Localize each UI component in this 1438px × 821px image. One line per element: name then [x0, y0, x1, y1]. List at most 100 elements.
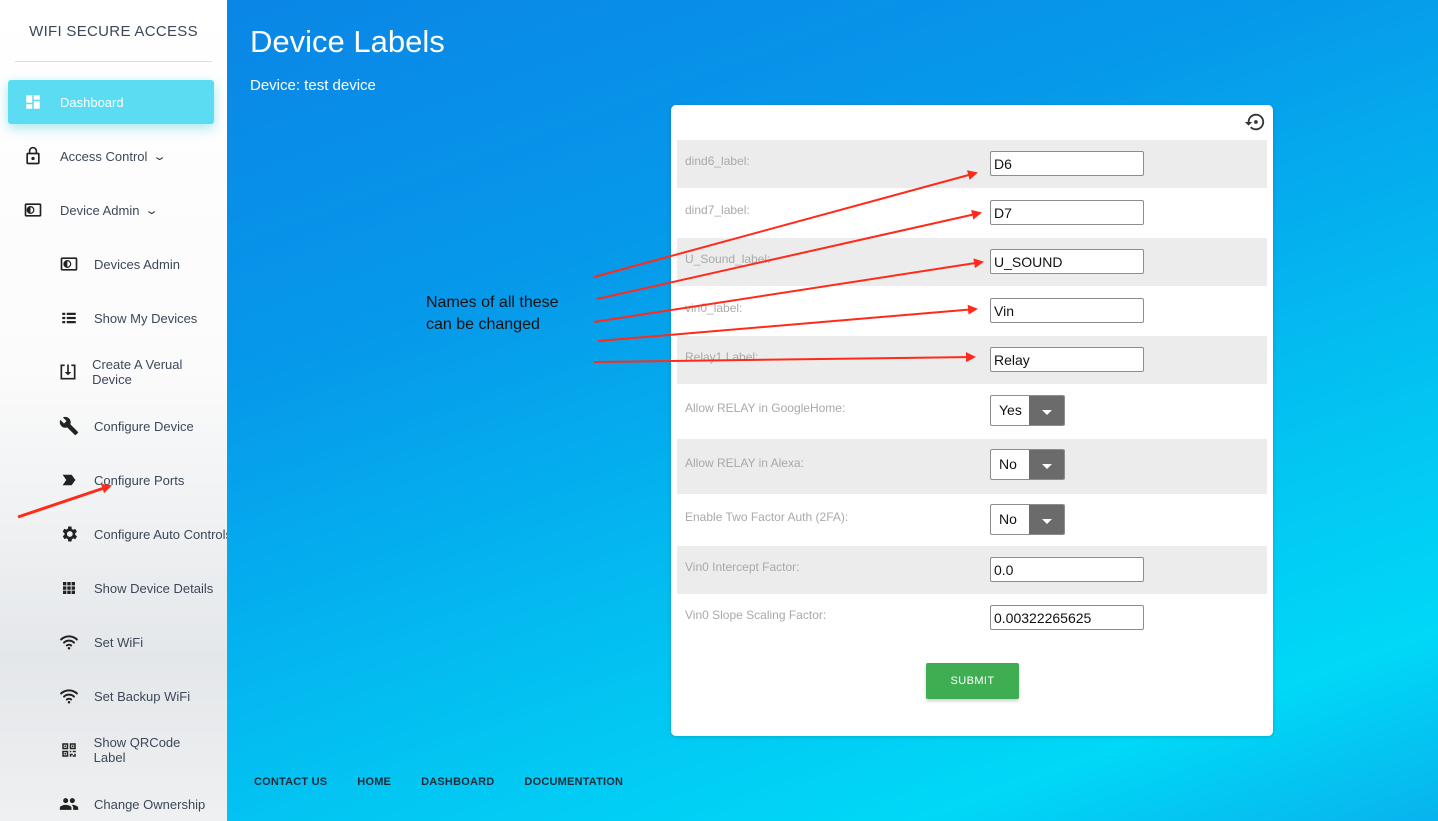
sidebar-item-label: Show My Devices: [94, 310, 198, 326]
sidebar-item-label: Set Backup WiFi: [94, 688, 191, 704]
device-admin-icon: [22, 199, 44, 221]
sidebar-item-label: Set WiFi: [94, 634, 144, 650]
caret-down-icon: [1041, 409, 1052, 415]
dind6-label-input[interactable]: [990, 151, 1144, 176]
dropdown-toggle[interactable]: [1029, 396, 1064, 425]
sidebar-item-dashboard[interactable]: Dashboard: [8, 80, 214, 124]
lock-icon: [22, 145, 44, 167]
wifi-icon: [58, 685, 80, 707]
field-label: dind6_label:: [685, 154, 750, 168]
brand-divider: [15, 61, 212, 62]
field-label: Vin0 Slope Scaling Factor:: [685, 608, 827, 622]
grid-icon: [58, 577, 80, 599]
relay1-label-input[interactable]: [990, 347, 1144, 372]
wrench-icon: [58, 415, 80, 437]
sidebar-item-configure-device[interactable]: Configure Device: [8, 404, 214, 448]
sidebar-item-devices-admin[interactable]: Devices Admin: [8, 242, 214, 286]
footer-link-contact-us[interactable]: CONTACT US: [254, 776, 327, 788]
sidebar-item-show-qrcode-label[interactable]: Show QRCode Label: [8, 728, 214, 772]
list-icon: [58, 307, 80, 329]
form-row-dind7: dind7_label:: [677, 189, 1267, 237]
form-row-vin0-slope: Vin0 Slope Scaling Factor:: [677, 594, 1267, 642]
page-title: Device Labels: [250, 24, 445, 59]
sidebar-item-label: Dashboard: [60, 94, 124, 110]
u-sound-label-input[interactable]: [990, 249, 1144, 274]
vin0-slope-input[interactable]: [990, 605, 1144, 630]
sidebar-item-show-device-details[interactable]: Show Device Details: [8, 566, 214, 610]
select-value: Yes: [999, 402, 1022, 418]
dropdown-toggle[interactable]: [1029, 505, 1064, 534]
annotation-line: can be changed: [426, 316, 540, 333]
field-label: Enable Two Factor Auth (2FA):: [685, 510, 849, 524]
field-label: Vin0 Intercept Factor:: [685, 560, 800, 574]
annotation-line: Names of all these: [426, 294, 559, 311]
sidebar-item-label: Configure Auto Controls: [94, 526, 227, 542]
dropdown-toggle[interactable]: [1029, 450, 1064, 479]
sidebar-item-label: Change Ownership: [94, 796, 206, 812]
field-label: dind7_label:: [685, 203, 750, 217]
vin0-label-input[interactable]: [990, 298, 1144, 323]
sidebar-item-change-ownership[interactable]: Change Ownership: [8, 782, 214, 821]
sidebar-item-label: Device Admin: [60, 202, 140, 218]
sidebar-item-label: Create A Verual Device: [92, 357, 183, 387]
sidebar-item-label: Configure Ports: [94, 472, 185, 488]
devices-admin-icon: [58, 253, 80, 275]
footer-link-documentation[interactable]: DOCUMENTATION: [524, 776, 623, 788]
sidebar-item-label: Show QRCode Label: [93, 735, 181, 765]
annotation-note: Names of all these can be changed: [426, 292, 616, 336]
gear-icon: [58, 523, 80, 545]
dind7-label-input[interactable]: [990, 200, 1144, 225]
dashboard-icon: [22, 91, 44, 113]
sidebar-item-configure-auto-controls[interactable]: Configure Auto Controls: [8, 512, 227, 556]
footer-nav: CONTACT US HOME DASHBOARD DOCUMENTATION: [254, 776, 653, 788]
sidebar-item-label: Configure Device: [94, 418, 194, 434]
history-reset-icon[interactable]: [1244, 111, 1266, 133]
select-value: No: [999, 511, 1017, 527]
chevron-down-icon: ⌄: [144, 204, 160, 217]
form-row-u-sound: U_Sound_label:: [677, 238, 1267, 286]
caret-down-icon: [1041, 518, 1052, 524]
alexa-select[interactable]: No: [990, 449, 1065, 480]
sidebar-item-set-backup-wifi[interactable]: Set Backup WiFi: [8, 674, 214, 718]
device-labels-form: dind6_label: dind7_label: U_Sound_label:…: [671, 105, 1273, 736]
form-row-vin0: vin0_label:: [677, 287, 1267, 335]
vin0-intercept-input[interactable]: [990, 557, 1144, 582]
google-home-select[interactable]: Yes: [990, 395, 1065, 426]
form-row-2fa: Enable Two Factor Auth (2FA): No: [677, 494, 1267, 546]
submit-button[interactable]: SUBMIT: [926, 663, 1019, 699]
sidebar-item-label: Show Device Details: [94, 580, 214, 596]
wifi-icon: [58, 631, 80, 653]
field-label: Allow RELAY in Alexa:: [685, 456, 804, 470]
download-box-icon: [58, 361, 78, 383]
main-content: Device Labels Device: test device Names …: [227, 0, 1438, 821]
brand-title: WIFI SECURE ACCESS: [29, 22, 198, 40]
chevron-down-icon: ⌄: [152, 150, 168, 163]
sidebar-item-access-control[interactable]: Access Control ⌄: [8, 134, 214, 178]
form-row-alexa: Allow RELAY in Alexa: No: [677, 439, 1267, 494]
sidebar-item-set-wifi[interactable]: Set WiFi: [8, 620, 214, 664]
field-label: vin0_label:: [685, 301, 743, 315]
field-label: U_Sound_label:: [685, 252, 771, 266]
label-tag-icon: [58, 469, 80, 491]
qrcode-icon: [58, 739, 80, 761]
two-factor-select[interactable]: No: [990, 504, 1065, 535]
sidebar-item-create-virtual-device[interactable]: Create A Verual Device: [8, 350, 214, 394]
form-row-relay1: Relay1 Label:: [677, 336, 1267, 384]
field-label: Allow RELAY in GoogleHome:: [685, 401, 846, 415]
form-row-dind6: dind6_label:: [677, 140, 1267, 188]
form-row-google-home: Allow RELAY in GoogleHome: Yes: [677, 386, 1267, 439]
sidebar-item-configure-ports[interactable]: Configure Ports: [8, 458, 214, 502]
sidebar-item-device-admin[interactable]: Device Admin ⌄: [8, 188, 214, 232]
sidebar-item-show-my-devices[interactable]: Show My Devices: [8, 296, 214, 340]
select-value: No: [999, 456, 1017, 472]
page-subtitle: Device: test device: [250, 77, 376, 94]
form-row-vin0-intercept: Vin0 Intercept Factor:: [677, 546, 1267, 594]
sidebar: WIFI SECURE ACCESS Dashboard Access Cont…: [0, 0, 227, 821]
sidebar-item-label: Access Control: [60, 148, 148, 164]
field-label: Relay1 Label:: [685, 350, 759, 364]
footer-link-home[interactable]: HOME: [357, 776, 391, 788]
footer-link-dashboard[interactable]: DASHBOARD: [421, 776, 494, 788]
people-icon: [58, 793, 80, 815]
caret-down-icon: [1041, 463, 1052, 469]
sidebar-item-label: Devices Admin: [94, 256, 180, 272]
